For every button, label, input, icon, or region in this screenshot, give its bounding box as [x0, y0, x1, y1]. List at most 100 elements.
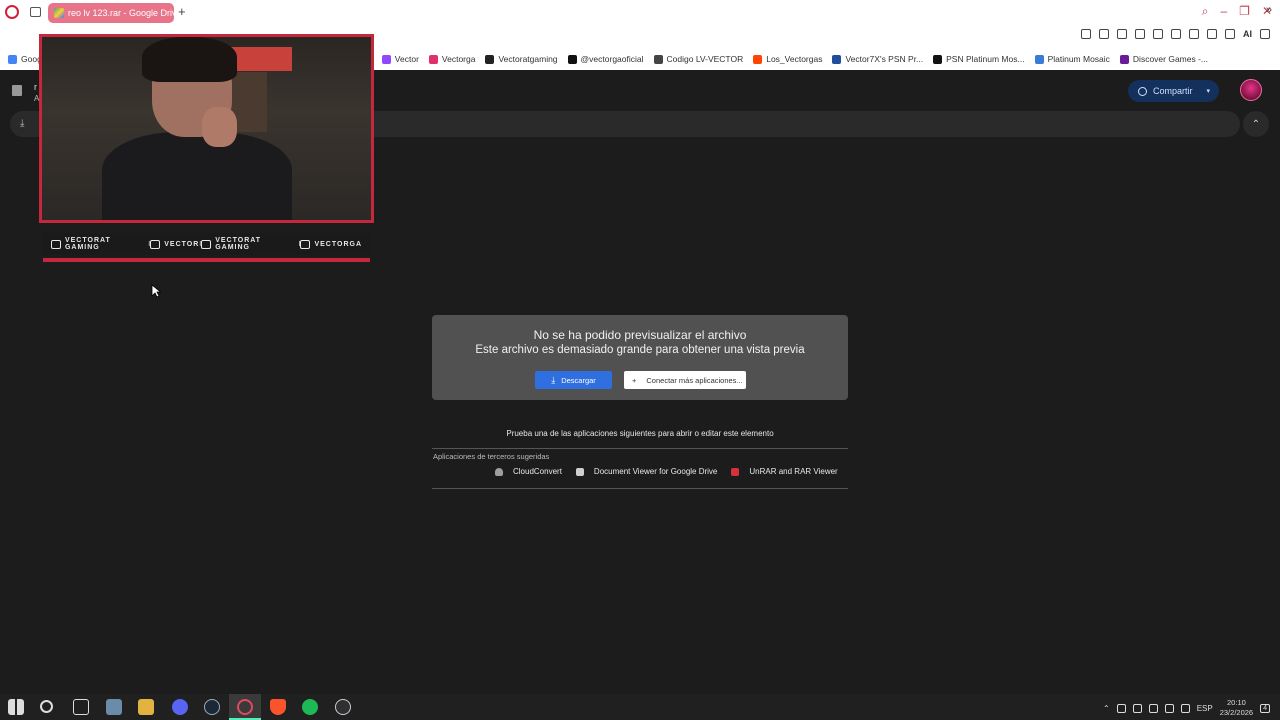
- browser-tab-strip: reo lv 123.rar - Google Drive + ⌕ – ❐ ✕: [0, 0, 1280, 26]
- task-view-icon[interactable]: [73, 699, 89, 715]
- bookmark-label: Los_Vectorgas: [766, 54, 823, 64]
- clock-date: 23/2/2026: [1219, 708, 1254, 717]
- unrar-icon: [731, 467, 740, 476]
- language-indicator[interactable]: ESP: [1197, 704, 1213, 713]
- puzzle-icon[interactable]: [1189, 29, 1199, 39]
- bookmark-item[interactable]: Vectorga: [428, 54, 475, 64]
- bookmark-item[interactable]: Vectoratgaming: [485, 54, 558, 64]
- bookmark-label: Vector7X's PSN Pr...: [845, 54, 924, 64]
- bookmark-label: Vectoratgaming: [498, 54, 558, 64]
- screenshot-icon[interactable]: [1117, 29, 1127, 39]
- bookmark-item[interactable]: Goog: [8, 54, 42, 64]
- bookmark-item[interactable]: Platinum Mosaic: [1034, 54, 1110, 64]
- file-explorer-icon[interactable]: [138, 699, 154, 715]
- app-label: Document Viewer for Google Drive: [593, 467, 718, 476]
- bookmark-favicon-icon: [1119, 54, 1129, 64]
- app-cloudconvert[interactable]: CloudConvert: [495, 467, 562, 476]
- globe-icon: [1138, 86, 1147, 96]
- windows-taskbar: ⌃ ESP 20:10 23/2/2026 4: [0, 694, 1280, 720]
- bookmark-favicon-icon: [653, 54, 663, 64]
- spotify-icon[interactable]: [302, 699, 318, 715]
- social-twitch: VECTOR: [150, 239, 199, 249]
- bookmark-item[interactable]: @vectorgaoficial: [567, 54, 644, 64]
- bookmarks-more-button[interactable]: »: [1266, 4, 1272, 16]
- bookmark-item[interactable]: Codigo LV-VECTOR: [653, 54, 743, 64]
- chevron-down-icon[interactable]: ▾: [1207, 87, 1211, 95]
- social-banner-underline: [43, 258, 370, 262]
- bookmark-item[interactable]: PSN Platinum Mos...: [933, 54, 1025, 64]
- extension-icon[interactable]: [1171, 29, 1181, 39]
- tab-google-drive[interactable]: reo lv 123.rar - Google Drive: [48, 3, 174, 23]
- download-button[interactable]: ⤓ Descargar: [535, 371, 612, 389]
- pin-icon[interactable]: [1099, 29, 1109, 39]
- divider: [432, 488, 848, 489]
- social-instagram: VECTORGA: [300, 239, 363, 249]
- app-unrar-viewer[interactable]: UnRAR and RAR Viewer: [731, 467, 838, 476]
- social-banner: VECTORAT GAMING I VECTOR I VECTORAT GAMI…: [43, 233, 370, 255]
- volume-icon[interactable]: [1164, 703, 1174, 713]
- bookmark-favicon-icon: [832, 54, 842, 64]
- brave-icon[interactable]: [270, 699, 286, 715]
- mouse-cursor-icon: [151, 284, 161, 298]
- zoom-icon[interactable]: [1081, 29, 1091, 39]
- heart-icon[interactable]: [1153, 29, 1163, 39]
- play-icon[interactable]: [1135, 29, 1145, 39]
- bookmark-item[interactable]: Discover Games -...: [1119, 54, 1209, 64]
- discord-icon[interactable]: [172, 699, 188, 715]
- share-button[interactable]: Compartir ▾: [1128, 80, 1219, 102]
- display-icon[interactable]: [1180, 703, 1190, 713]
- bookmark-favicon-icon: [428, 54, 438, 64]
- bookmark-label: @vectorgaoficial: [580, 54, 644, 64]
- bookmark-label: Discover Games -...: [1132, 54, 1209, 64]
- search-icon[interactable]: [40, 700, 53, 713]
- download-icon: ⤓: [551, 374, 556, 385]
- settings-icon[interactable]: [106, 699, 122, 715]
- notification-icon[interactable]: 4: [1260, 703, 1270, 713]
- download-label: Descargar: [561, 375, 596, 385]
- app-tray-icon[interactable]: [1116, 703, 1126, 713]
- microphone-icon[interactable]: [1132, 703, 1142, 713]
- file-type-icon: [12, 85, 22, 96]
- social-youtube: VECTORAT GAMING: [51, 237, 148, 251]
- minimize-button[interactable]: –: [1220, 4, 1227, 19]
- account-icon[interactable]: [1207, 29, 1217, 39]
- download-icon[interactable]: ⤓: [20, 118, 29, 129]
- bookmark-favicon-icon: [381, 54, 391, 64]
- app-document-viewer[interactable]: Document Viewer for Google Drive: [575, 467, 718, 476]
- google-drive-icon: [54, 8, 64, 18]
- obs-icon[interactable]: [335, 699, 351, 715]
- connect-apps-button[interactable]: + Conectar más aplicaciones...: [624, 371, 746, 389]
- bookmark-favicon-icon: [753, 54, 763, 64]
- windows-start-icon[interactable]: [8, 699, 24, 715]
- social-label: VECTORGA: [314, 240, 363, 248]
- network-icon[interactable]: [1148, 703, 1158, 713]
- share-label: Compartir: [1153, 86, 1193, 96]
- opera-icon[interactable]: [237, 699, 253, 715]
- collapse-button[interactable]: ⌃: [1243, 111, 1269, 137]
- bookmark-favicon-icon: [8, 54, 17, 64]
- app-label: UnRAR and RAR Viewer: [749, 467, 838, 476]
- bookmark-item[interactable]: Los_Vectorgas: [753, 54, 822, 64]
- suggested-apps-list: CloudConvert Document Viewer for Google …: [495, 467, 838, 476]
- social-label: VECTORAT GAMING: [64, 237, 111, 251]
- chevron-up-icon[interactable]: ⌃: [1103, 704, 1110, 713]
- streamer-hand: [202, 107, 237, 147]
- clock-time: 20:10: [1227, 698, 1246, 707]
- youtube-icon: [51, 239, 61, 249]
- menu-icon[interactable]: [1260, 29, 1270, 39]
- new-tab-button[interactable]: +: [178, 4, 186, 19]
- bookmark-favicon-icon: [567, 54, 577, 64]
- restore-button[interactable]: ❐: [1239, 4, 1250, 19]
- webcam-overlay: [39, 34, 374, 223]
- clock[interactable]: 20:10 23/2/2026: [1220, 698, 1253, 718]
- bookmark-item[interactable]: Vector: [381, 54, 419, 64]
- sidebar-toggle-icon[interactable]: [30, 7, 41, 17]
- ai-button[interactable]: AI: [1243, 29, 1252, 39]
- steam-icon[interactable]: [204, 699, 220, 715]
- avatar[interactable]: [1240, 79, 1262, 101]
- opera-logo-icon[interactable]: [5, 5, 19, 19]
- bookmark-item[interactable]: Vector7X's PSN Pr...: [832, 54, 923, 64]
- search-tabs-icon[interactable]: ⌕: [1202, 4, 1209, 19]
- preview-error-card: No se ha podido previsualizar el archivo…: [432, 315, 848, 400]
- download-icon[interactable]: [1225, 29, 1235, 39]
